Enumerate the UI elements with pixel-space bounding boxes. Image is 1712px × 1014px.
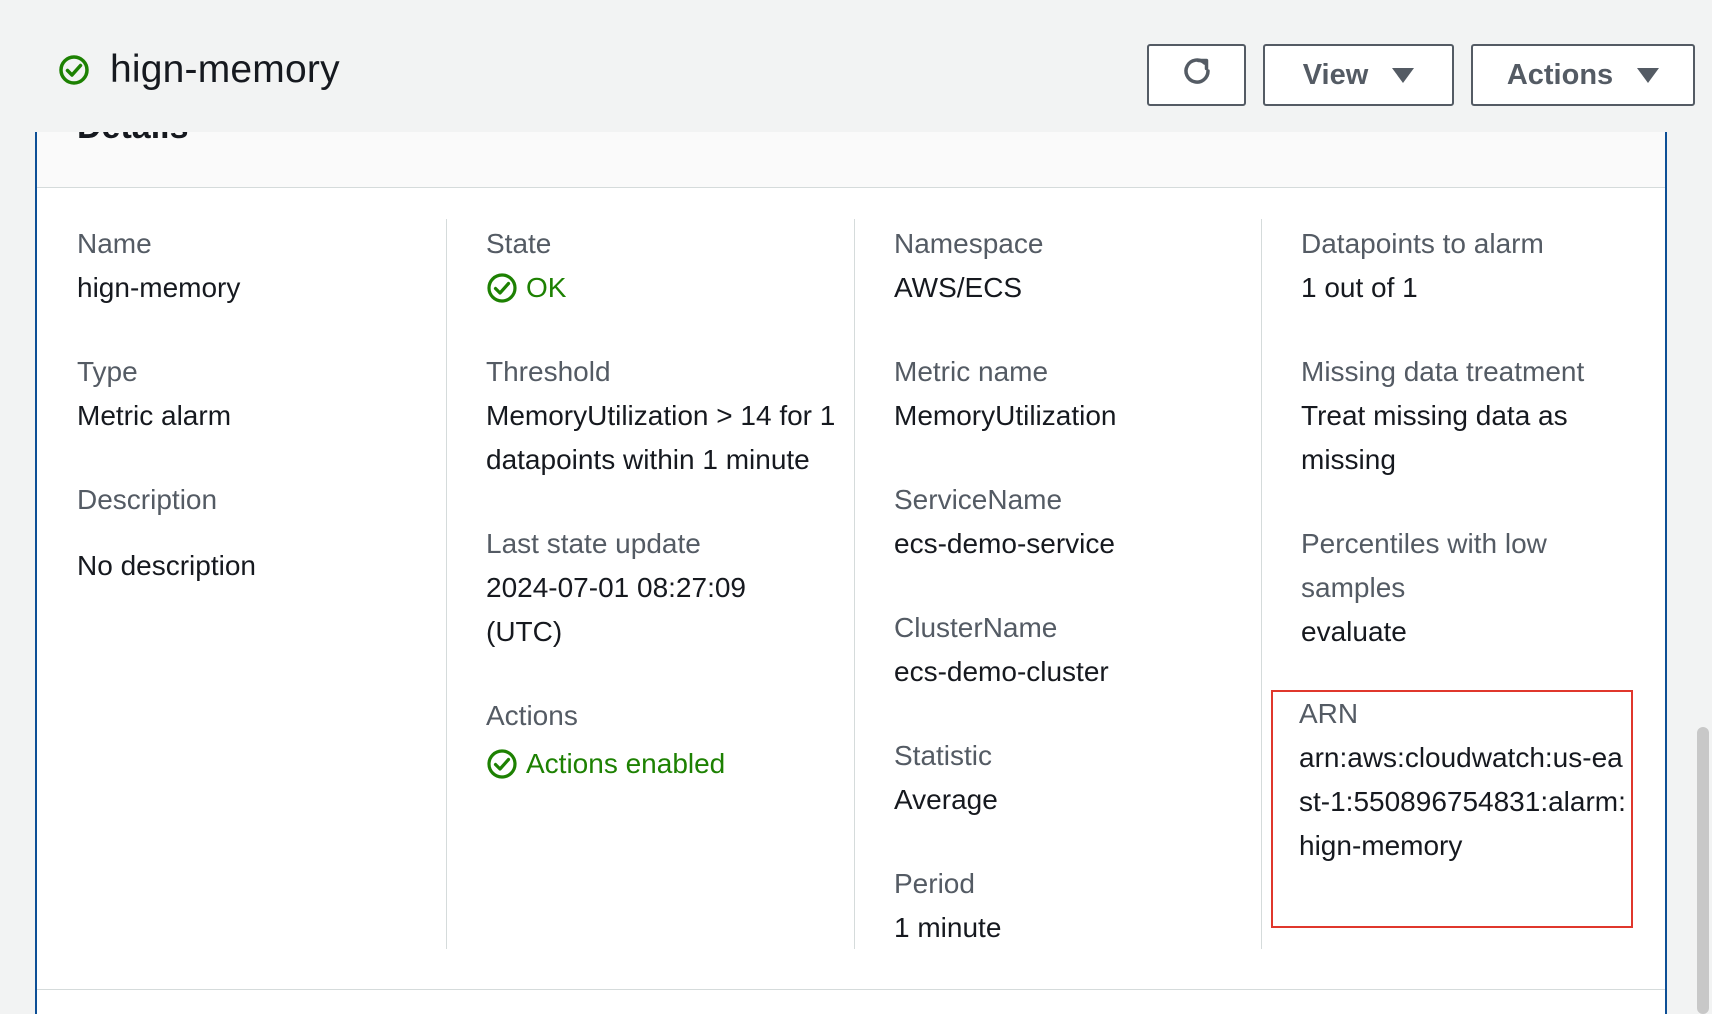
details-column-1: Name hign-memory Type Metric alarm Descr… (77, 222, 437, 628)
details-panel-header: Details (37, 132, 1665, 188)
details-column-2: State OK Threshold MemoryUtilization > 1… (486, 222, 846, 826)
field-description: Description No description (77, 478, 437, 588)
statistic-value: Average (894, 784, 998, 815)
field-type: Type Metric alarm (77, 350, 437, 438)
field-arn: ARN arn:aws:cloudwatch:us-east-1:5508967… (1299, 692, 1629, 868)
actions-button-label: Actions (1506, 58, 1614, 91)
field-threshold: Threshold MemoryUtilization > 14 for 1 d… (486, 350, 846, 482)
field-statistic: Statistic Average (894, 734, 1254, 822)
field-period: Period 1 minute (894, 862, 1254, 950)
service-name-value: ecs-demo-service (894, 528, 1115, 559)
datapoints-to-alarm-value: 1 out of 1 (1301, 272, 1418, 303)
column-divider (1261, 219, 1262, 949)
field-metric-name: Metric name MemoryUtilization (894, 350, 1254, 438)
field-missing-data-treatment: Missing data treatment Treat missing dat… (1301, 350, 1661, 482)
field-label: Missing data treatment (1301, 356, 1585, 387)
field-label: Description (77, 484, 218, 515)
vertical-scrollbar[interactable] (1694, 132, 1712, 1014)
state-status: OK (486, 266, 846, 310)
description-value: No description (77, 550, 256, 581)
scrollbar-thumb[interactable] (1697, 727, 1709, 1014)
page-title: hign-memory (110, 48, 340, 91)
details-column-3: Namespace AWS/ECS Metric name MemoryUtil… (894, 222, 1254, 990)
page-header: hign-memory View Actions (0, 0, 1712, 132)
check-circle-icon (486, 748, 518, 780)
actions-enabled-value: Actions enabled (526, 748, 726, 779)
column-divider (446, 219, 447, 949)
cluster-name-value: ecs-demo-cluster (894, 656, 1109, 687)
field-label: ARN (1299, 698, 1359, 729)
last-state-update-value: 2024-07-01 08:27:09 (UTC) (486, 572, 746, 647)
period-value: 1 minute (894, 912, 1002, 943)
page-title-group: hign-memory (58, 48, 340, 92)
metric-name-value: MemoryUtilization (894, 400, 1117, 431)
check-circle-icon (486, 272, 518, 304)
view-dropdown-button[interactable]: View (1263, 44, 1454, 106)
field-label: ServiceName (894, 484, 1063, 515)
field-label: Period (894, 868, 975, 899)
refresh-button[interactable] (1147, 44, 1246, 106)
percentiles-low-samples-value: evaluate (1301, 616, 1407, 647)
details-section-title: Details (77, 132, 189, 147)
namespace-value: AWS/ECS (894, 272, 1023, 303)
missing-data-treatment-value: Treat missing data as missing (1301, 400, 1568, 475)
field-label: Type (77, 356, 138, 387)
field-label: Threshold (486, 356, 611, 387)
field-label: Namespace (894, 228, 1044, 259)
alarm-details-page: hign-memory View Actions Details (0, 0, 1712, 1014)
actions-dropdown-button[interactable]: Actions (1471, 44, 1695, 106)
field-state: State OK (486, 222, 846, 310)
field-label: State (486, 228, 552, 259)
caret-down-icon (1637, 67, 1660, 83)
alarm-name-value: hign-memory (77, 272, 241, 303)
actions-status: Actions enabled (486, 742, 846, 786)
alarm-type-value: Metric alarm (77, 400, 232, 431)
refresh-icon (1179, 53, 1215, 97)
arn-value: arn:aws:cloudwatch:us-east-1:55089675483… (1299, 742, 1626, 861)
field-actions: Actions Actions enabled (486, 694, 846, 786)
field-label: Metric name (894, 356, 1049, 387)
field-label: ClusterName (894, 612, 1058, 643)
field-label: Name (77, 228, 152, 259)
field-service-name: ServiceName ecs-demo-service (894, 478, 1254, 566)
threshold-value: MemoryUtilization > 14 for 1 datapoints … (486, 400, 836, 475)
state-value: OK (526, 272, 567, 303)
field-namespace: Namespace AWS/ECS (894, 222, 1254, 310)
field-label: Last state update (486, 528, 701, 559)
field-label: Percentiles with low samples (1301, 528, 1547, 603)
check-circle-icon (58, 54, 90, 86)
field-label: Statistic (894, 740, 993, 771)
field-percentiles-low-samples: Percentiles with low samples evaluate (1301, 522, 1661, 654)
caret-down-icon (1392, 67, 1415, 83)
panel-divider (37, 989, 1665, 990)
column-divider (854, 219, 855, 949)
view-button-label: View (1302, 58, 1369, 91)
field-cluster-name: ClusterName ecs-demo-cluster (894, 606, 1254, 694)
field-datapoints-to-alarm: Datapoints to alarm 1 out of 1 (1301, 222, 1661, 310)
field-label: Datapoints to alarm (1301, 228, 1544, 259)
field-label: Actions (486, 700, 578, 731)
details-column-4: Datapoints to alarm 1 out of 1 Missing d… (1301, 222, 1661, 694)
field-last-state-update: Last state update 2024-07-01 08:27:09 (U… (486, 522, 846, 654)
field-name: Name hign-memory (77, 222, 437, 310)
